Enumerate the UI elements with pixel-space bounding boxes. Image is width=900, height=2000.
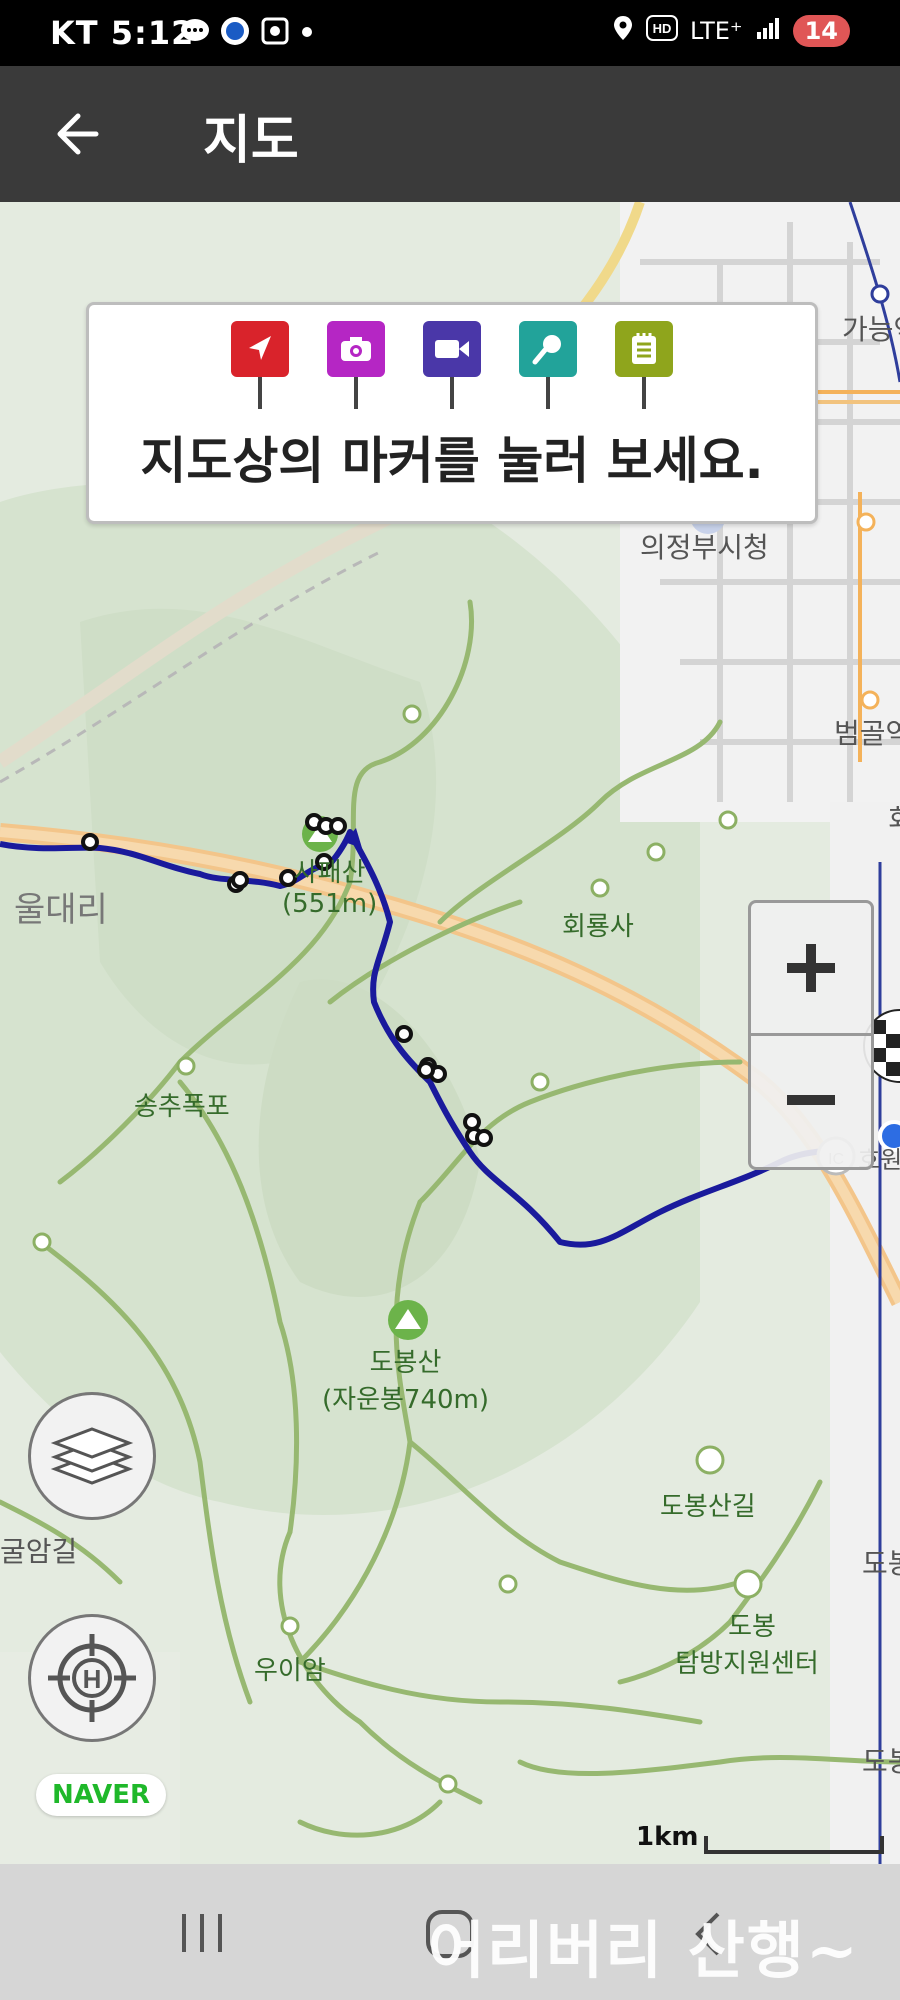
notification-icons — [180, 16, 314, 50]
city-hall-label: 의정부시청 — [640, 531, 769, 564]
minus-icon — [787, 1095, 835, 1105]
village-label: 울대리 — [14, 890, 108, 930]
bank-app-icon — [220, 16, 250, 50]
rock-label: 우이암 — [254, 1656, 326, 1686]
dot-icon — [300, 24, 314, 43]
navigation-marker — [231, 321, 289, 409]
memo-icon — [615, 321, 673, 377]
chat-icon — [180, 17, 210, 49]
zoom-in-button[interactable] — [751, 903, 871, 1036]
location-icon — [612, 14, 634, 48]
zoom-out-button[interactable] — [751, 1035, 871, 1165]
marker-hint-text: 지도상의 마커를 눌러 보세요. — [140, 432, 764, 490]
recent-apps-icon — [182, 1914, 222, 1952]
page-title: 지도 — [203, 111, 299, 171]
scale-bar — [704, 1836, 884, 1854]
peak-marker-2 — [388, 1300, 428, 1340]
signal-icon — [755, 16, 781, 46]
app-header: 지도 — [0, 66, 900, 202]
peak-label-sapaesan: 사패산 (551m) — [282, 858, 378, 919]
hd-icon: HD — [646, 15, 679, 47]
trail-label: 도봉산길 — [660, 1492, 756, 1522]
temple-label: 회룡사 — [562, 912, 634, 942]
svg-text:H: H — [83, 1664, 102, 1694]
screenshot-icon — [260, 16, 290, 50]
back-arrow-icon — [57, 113, 99, 155]
visitor-center-label: 도봉 탐방지원센터 — [675, 1612, 819, 1679]
navigation-icon — [231, 321, 289, 377]
carrier-label: KT — [50, 14, 99, 52]
video-icon — [423, 321, 481, 377]
edge-label-3: 회 — [888, 798, 900, 838]
station-label-1: 가능역 — [842, 313, 900, 346]
trail-left-label: 굴암길 — [0, 1535, 78, 1568]
system-nav-bar: 어리버리 산행~ — [0, 1864, 900, 2000]
waterfall-label: 송추폭포 — [134, 1092, 230, 1122]
peak-label-dobongsan: 도봉산 (자운봉740m) — [322, 1348, 490, 1415]
microphone-marker — [519, 321, 577, 409]
video-marker — [423, 321, 481, 409]
plus-icon — [787, 944, 835, 992]
microphone-icon — [519, 321, 577, 377]
locate-button[interactable]: H — [28, 1614, 156, 1742]
map-view[interactable]: IC 사패산 (551m) 도봉산 (자운봉740m) 울대리 회룡사 송추폭포… — [0, 202, 900, 1864]
crosshair-icon: H — [48, 1634, 136, 1722]
battery-badge: 14 — [792, 15, 850, 47]
edge-label-1: 도봉 — [862, 1547, 900, 1580]
zoom-controls — [748, 900, 874, 1170]
layers-button[interactable] — [28, 1392, 156, 1520]
watermark: 어리버리 산행~ — [428, 1914, 860, 1987]
svg-text:HD: HD — [653, 21, 672, 36]
memo-marker — [615, 321, 673, 409]
status-carrier-time: KT 5:12 — [50, 14, 194, 52]
marker-legend — [89, 321, 815, 409]
marker-hint-box: 지도상의 마커를 눌러 보세요. — [86, 302, 818, 524]
back-button[interactable] — [50, 104, 110, 164]
network-label: LTE⁺ — [690, 17, 743, 45]
layers-icon — [50, 1427, 134, 1485]
system-icons: HD LTE⁺ 14 — [612, 14, 850, 48]
scale-label: 1km — [636, 1822, 699, 1852]
station-label-2: 범골역 — [834, 717, 900, 750]
status-bar: KT 5:12 HD LTE⁺ 14 — [0, 0, 900, 66]
naver-logo: NAVER — [36, 1774, 166, 1816]
camera-icon — [327, 321, 385, 377]
recent-apps-button[interactable] — [172, 1906, 232, 1962]
camera-marker — [327, 321, 385, 409]
edge-label-2: 도봉 — [862, 1745, 900, 1778]
